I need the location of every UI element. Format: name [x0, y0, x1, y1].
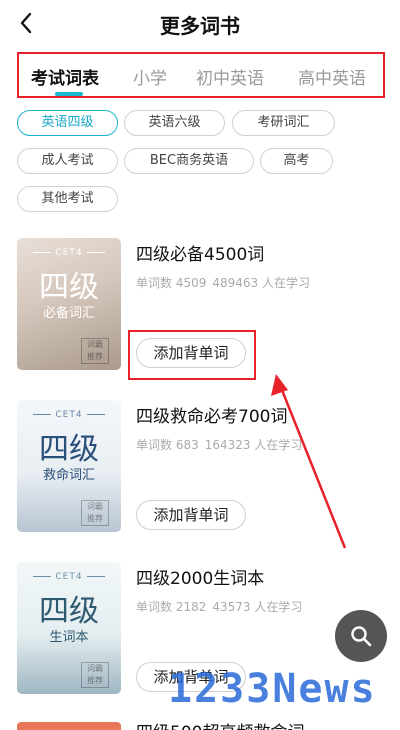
word-count: 单词数 4509 [136, 276, 207, 290]
header-bar: 更多词书 [0, 0, 400, 46]
book-meta: 单词数 2182 43573 人在学习 [136, 598, 308, 615]
watermark: 1233News [168, 666, 377, 712]
cover-exam-tag: CET4 [17, 410, 121, 420]
book-title: 四级必备4500词 [136, 245, 265, 265]
tab-senior-english[interactable]: 高中英语 [298, 64, 366, 89]
cover-subtitle: 生词本 [49, 630, 89, 645]
book-meta: 单词数 4509 489463 人在学习 [136, 274, 316, 291]
cover-title: 四级 [39, 594, 99, 629]
cover-title: 四级 [39, 432, 99, 467]
chip-gaokao[interactable]: 高考 [260, 148, 333, 174]
chip-bec[interactable]: BEC商务英语 [124, 148, 254, 174]
highlight-box [128, 330, 256, 380]
cover-subtitle: 救命词汇 [42, 468, 95, 483]
cover-exam-tag: CET4 [17, 572, 121, 582]
chip-other-exam[interactable]: 其他考试 [17, 186, 118, 212]
cover-stamp: 词霸 推荐 [81, 338, 109, 364]
chip-postgrad[interactable]: 考研词汇 [232, 110, 335, 136]
word-count: 单词数 683 [136, 438, 199, 452]
search-button[interactable] [335, 610, 387, 662]
cover-stamp: 词霸 推荐 [81, 500, 109, 526]
book-meta: 单词数 683 164323 人在学习 [136, 436, 308, 453]
word-count: 单词数 2182 [136, 600, 207, 614]
next-book-cover-peek[interactable] [17, 722, 121, 730]
book-cover[interactable]: CET4 四级 生词本 词霸 推荐 [17, 562, 121, 694]
tab-junior-english[interactable]: 初中英语 [196, 64, 264, 89]
book-cover[interactable]: CET4 四级 救命词汇 词霸 推荐 [17, 400, 121, 532]
book-title: 四级2000生词本 [136, 569, 265, 589]
tab-primary[interactable]: 小学 [133, 64, 167, 89]
book-title: 四级救命必考700词 [136, 407, 288, 427]
cover-subtitle: 必备词汇 [42, 306, 95, 321]
chip-cet4[interactable]: 英语四级 [17, 110, 118, 136]
page-title: 更多词书 [160, 14, 240, 38]
learner-count: 43573 人在学习 [212, 600, 303, 614]
cover-exam-tag: CET4 [17, 248, 121, 258]
category-tabs: 考试词表 小学 初中英语 高中英语 [17, 52, 385, 98]
add-to-study-button[interactable]: 添加背单词 [136, 500, 246, 530]
learner-count: 164323 人在学习 [204, 438, 303, 452]
tab-exam[interactable]: 考试词表 [31, 64, 99, 89]
book-item[interactable]: CET4 四级 救命词汇 词霸 推荐 四级救命必考700词 单词数 683 1643… [0, 400, 400, 560]
active-tab-indicator [55, 92, 83, 96]
search-icon [351, 626, 372, 647]
book-cover[interactable]: CET4 四级 必备词汇 词霸 推荐 [17, 238, 121, 370]
chip-adult-exam[interactable]: 成人考试 [17, 148, 118, 174]
next-book-title: 四级500超高频救命词 [136, 718, 304, 730]
chip-cet6[interactable]: 英语六级 [124, 110, 225, 136]
cover-stamp: 词霸 推荐 [81, 662, 109, 688]
cover-title: 四级 [39, 270, 99, 305]
learner-count: 489463 人在学习 [212, 276, 310, 290]
